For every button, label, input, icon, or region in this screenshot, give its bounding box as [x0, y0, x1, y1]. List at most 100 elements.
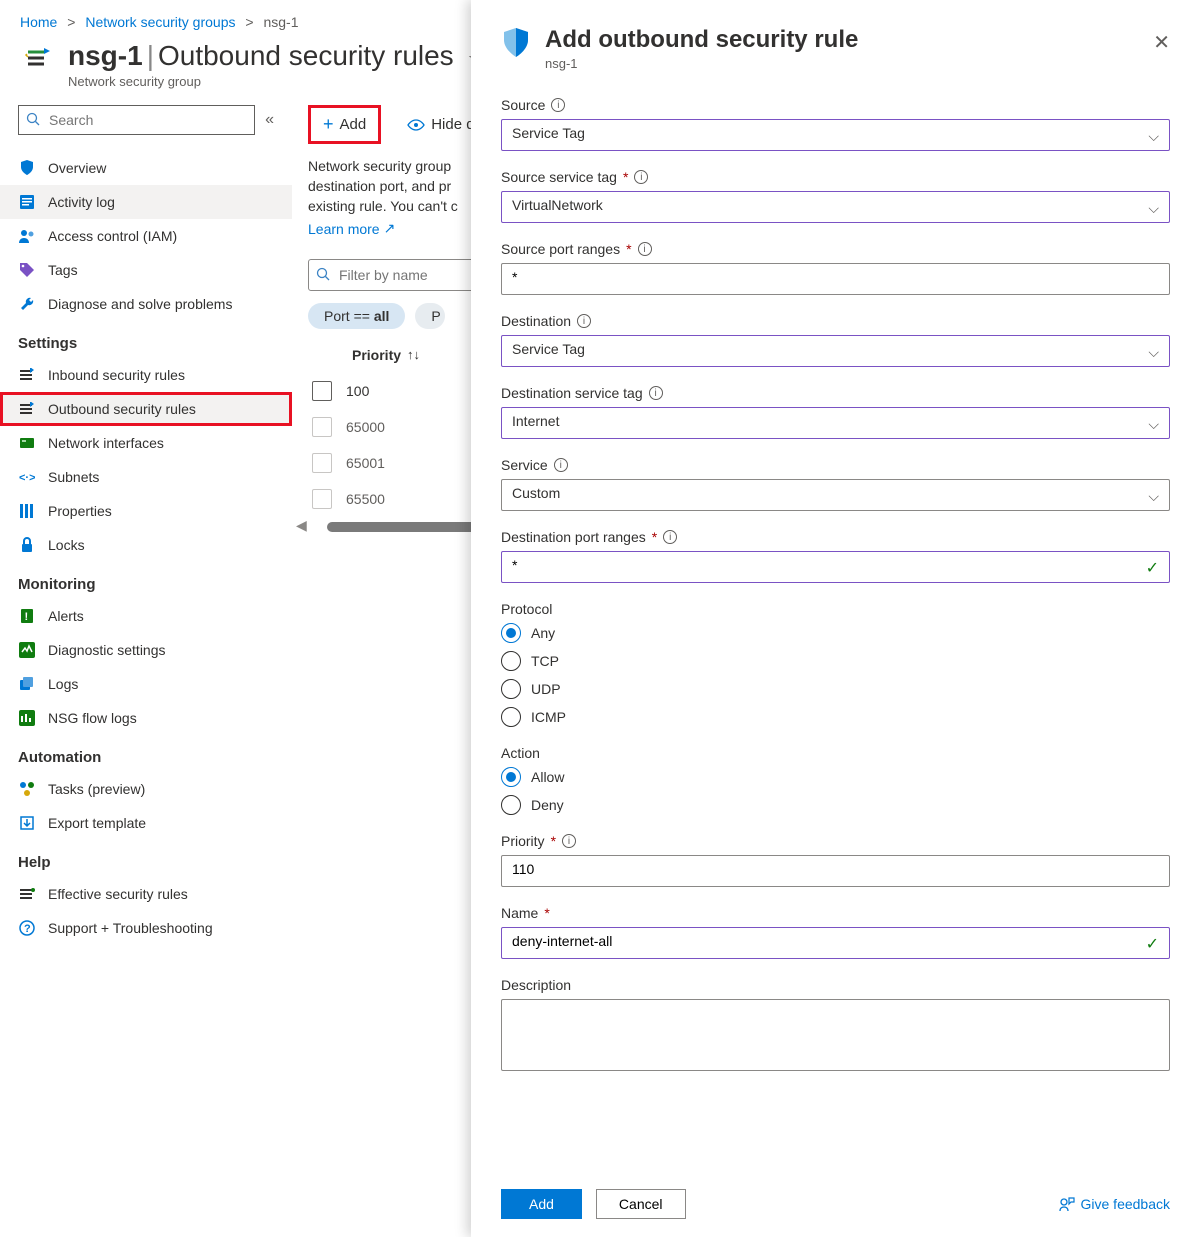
chevron-down-icon: ⌵ — [1148, 344, 1159, 361]
sidebar-item-overview[interactable]: Overview — [0, 151, 292, 185]
action-radio-allow[interactable]: Allow — [501, 767, 1170, 787]
export-icon — [18, 814, 36, 832]
breadcrumb-home[interactable]: Home — [20, 14, 57, 30]
left-nav: « Overview Activity log Access control (… — [0, 97, 292, 945]
sidebar-item-export-template[interactable]: Export template — [0, 806, 292, 840]
row-checkbox[interactable] — [312, 381, 332, 401]
sidebar-item-access-control[interactable]: Access control (IAM) — [0, 219, 292, 253]
description-label: Description — [501, 977, 1170, 993]
destination-service-tag-select[interactable]: Internet ⌵ — [501, 407, 1170, 439]
source-service-tag-select[interactable]: VirtualNetwork ⌵ — [501, 191, 1170, 223]
destination-port-ranges-label: Destination port ranges *i — [501, 529, 1170, 545]
filter-by-name[interactable] — [308, 259, 488, 291]
rules-icon — [18, 885, 36, 903]
search-input[interactable] — [18, 105, 255, 135]
destination-label: Destinationi — [501, 313, 1170, 329]
filter-pill-port[interactable]: Port == all — [308, 303, 405, 329]
sidebar-item-diagnostic-settings[interactable]: Diagnostic settings — [0, 633, 292, 667]
sidebar-item-subnets[interactable]: <·> Subnets — [0, 460, 292, 494]
panel-add-button[interactable]: Add — [501, 1189, 582, 1219]
destination-port-ranges-input[interactable]: ✓ — [501, 551, 1170, 583]
info-icon[interactable]: i — [577, 314, 591, 328]
row-checkbox[interactable] — [312, 453, 332, 473]
sidebar-item-tasks[interactable]: Tasks (preview) — [0, 772, 292, 806]
radio-icon — [501, 651, 521, 671]
filter-input[interactable] — [308, 259, 488, 291]
priority-cell: 100 — [346, 383, 369, 399]
sidebar-item-nsg-flow-logs[interactable]: NSG flow logs — [0, 701, 292, 735]
priority-cell: 65000 — [346, 419, 385, 435]
info-icon[interactable]: i — [649, 386, 663, 400]
sidebar-item-diagnose[interactable]: Diagnose and solve problems — [0, 287, 292, 321]
radio-icon — [501, 795, 521, 815]
add-button-highlight: + Add — [308, 105, 381, 144]
sidebar-item-support[interactable]: ? Support + Troubleshooting — [0, 911, 292, 945]
sidebar-item-alerts[interactable]: ! Alerts — [0, 599, 292, 633]
resource-type-label: Network security group — [68, 74, 485, 89]
checkmark-icon: ✓ — [1146, 558, 1159, 578]
eye-hide-icon — [407, 117, 425, 133]
shield-icon — [18, 159, 36, 177]
plus-icon: + — [323, 114, 334, 135]
lock-icon — [18, 536, 36, 554]
svg-text:!: ! — [25, 611, 29, 623]
info-icon[interactable]: i — [551, 98, 565, 112]
collapse-menu-icon[interactable]: « — [265, 111, 274, 129]
sidebar-item-tags[interactable]: Tags — [0, 253, 292, 287]
scroll-left-icon[interactable]: ◀ — [296, 517, 307, 534]
info-icon[interactable]: i — [562, 834, 576, 848]
nic-icon — [18, 434, 36, 452]
chevron-down-icon: ⌵ — [1148, 488, 1159, 505]
source-port-ranges-input[interactable] — [501, 263, 1170, 295]
sidebar-item-outbound-rules[interactable]: Outbound security rules — [0, 392, 292, 426]
sidebar-item-locks[interactable]: Locks — [0, 528, 292, 562]
menu-search[interactable] — [18, 105, 255, 135]
priority-cell: 65500 — [346, 491, 385, 507]
breadcrumb-nsg-list[interactable]: Network security groups — [85, 14, 235, 30]
protocol-radio-udp[interactable]: UDP — [501, 679, 1170, 699]
protocol-radio-any[interactable]: Any — [501, 623, 1170, 643]
priority-label: Priority *i — [501, 833, 1170, 849]
svg-text:<·>: <·> — [19, 472, 35, 484]
description-textarea[interactable] — [501, 999, 1170, 1071]
info-icon[interactable]: i — [554, 458, 568, 472]
learn-more-link[interactable]: Learn more ↗ — [308, 220, 395, 237]
name-label: Name * — [501, 905, 1170, 921]
info-icon[interactable]: i — [663, 530, 677, 544]
source-select[interactable]: Service Tag ⌵ — [501, 119, 1170, 151]
filter-pill-partial[interactable]: P — [415, 303, 445, 329]
name-input[interactable]: ✓ — [501, 927, 1170, 959]
sidebar-item-network-interfaces[interactable]: Network interfaces — [0, 426, 292, 460]
sidebar-item-effective-rules[interactable]: Effective security rules — [0, 877, 292, 911]
sidebar-item-properties[interactable]: Properties — [0, 494, 292, 528]
info-icon[interactable]: i — [634, 170, 648, 184]
add-button[interactable]: + Add — [311, 108, 378, 141]
sidebar-item-inbound-rules[interactable]: Inbound security rules — [0, 358, 292, 392]
radio-icon — [501, 679, 521, 699]
protocol-label: Protocol — [501, 601, 1170, 617]
protocol-radio-icmp[interactable]: ICMP — [501, 707, 1170, 727]
sort-ascending-icon: ↑↓ — [407, 347, 420, 362]
tag-icon — [18, 261, 36, 279]
subnet-icon: <·> — [18, 468, 36, 486]
info-icon[interactable]: i — [638, 242, 652, 256]
sidebar-item-activity-log[interactable]: Activity log — [0, 185, 292, 219]
chevron-right-icon: > — [245, 14, 253, 30]
row-checkbox[interactable] — [312, 489, 332, 509]
inbound-icon — [18, 366, 36, 384]
close-icon[interactable]: ✕ — [1153, 26, 1170, 55]
search-icon — [26, 112, 40, 126]
panel-cancel-button[interactable]: Cancel — [596, 1189, 686, 1219]
action-radio-deny[interactable]: Deny — [501, 795, 1170, 815]
sidebar-item-logs[interactable]: Logs — [0, 667, 292, 701]
destination-select[interactable]: Service Tag ⌵ — [501, 335, 1170, 367]
give-feedback-link[interactable]: Give feedback — [1059, 1196, 1171, 1212]
logs-icon — [18, 675, 36, 693]
priority-input[interactable] — [501, 855, 1170, 887]
horizontal-scrollbar[interactable] — [327, 522, 487, 532]
protocol-radio-tcp[interactable]: TCP — [501, 651, 1170, 671]
row-checkbox[interactable] — [312, 417, 332, 437]
sidebar-group-help: Help — [0, 840, 292, 877]
service-select[interactable]: Custom ⌵ — [501, 479, 1170, 511]
action-label: Action — [501, 745, 1170, 761]
